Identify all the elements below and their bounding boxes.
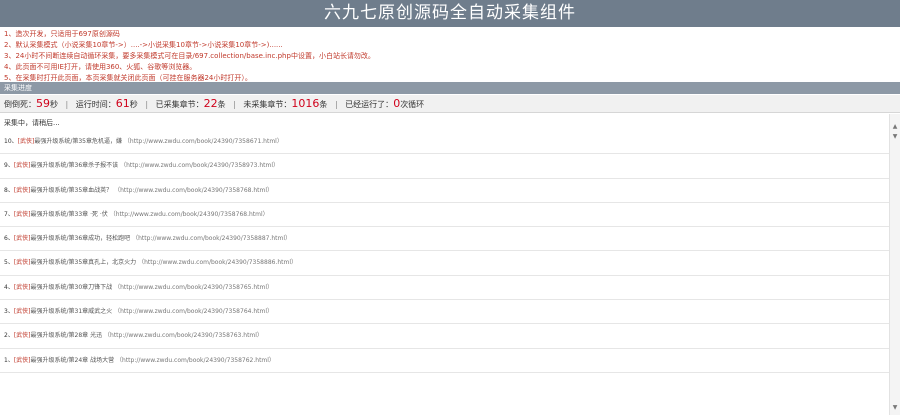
log-index: 4、 xyxy=(4,283,14,291)
countdown-label: 倒倒死： xyxy=(4,100,36,109)
log-category: [武侠] xyxy=(13,162,31,170)
log-url: （http://www.zwdu.com/book/24390/7358768.… xyxy=(109,210,269,218)
section-header: 采集进度 xyxy=(0,82,900,94)
runtime-label: 运行时间： xyxy=(75,100,116,109)
page-title: 六九七原创源码全自动采集组件 xyxy=(0,0,900,27)
log-row: 7、[武侠]最强升级系统/第33章 ·死 ·伏 （http://www.zwdu… xyxy=(0,203,889,228)
log-category: [武侠] xyxy=(13,210,31,218)
log-row: 3、[武侠]最强升级系统/第31章威武之火 （http://www.zwdu.c… xyxy=(0,300,889,325)
log-category: [武侠] xyxy=(13,235,31,243)
log-category: [武侠] xyxy=(13,332,31,340)
log-title: 最强升级系统/第33章 ·死 ·伏 xyxy=(30,210,108,218)
log-row: 9、[武侠]最强升级系统/第36章杀子报不该 （http://www.zwdu.… xyxy=(0,154,889,179)
log-status: 采集中，请稍后... xyxy=(4,119,60,127)
log-title: 最强升级系统/第31章威武之火 xyxy=(30,308,113,316)
log-title: 最强升级系统/第35章血战英？ xyxy=(30,186,113,194)
runtime-unit: 秒 xyxy=(129,100,138,109)
divider: | xyxy=(145,100,149,109)
log-url: （http://www.zwdu.com/book/24390/7358764.… xyxy=(114,308,274,316)
collected-label: 已采集章节： xyxy=(155,100,204,109)
divider: | xyxy=(334,100,338,109)
uncollected-label: 未采集章节： xyxy=(243,100,292,109)
notice-item: 2、默认采集模式（小说采集10章节->）....->小说采集10章节->小说采集… xyxy=(4,41,283,49)
log-row: 1、[武侠]最强升级系统/第24章 战场大营 （http://www.zwdu.… xyxy=(0,349,889,373)
log-row: 5、[武侠]最强升级系统/第35章真孔上，北京火力 （http://www.zw… xyxy=(0,251,889,276)
log-index: 10、 xyxy=(4,138,18,145)
log-index: 1、 xyxy=(4,356,14,364)
log-index: 6、 xyxy=(4,235,14,243)
log-category: [武侠] xyxy=(13,186,31,194)
log-category: [武侠] xyxy=(13,356,31,364)
log-title: 最强升级系统/第30章刀锋下战 xyxy=(30,283,113,291)
log-index: 8、 xyxy=(4,186,14,194)
notice-list: 1、造次开发，只适用于697原创源码 2、默认采集模式（小说采集10章节->）.… xyxy=(0,27,900,84)
collected-value: 22 xyxy=(203,97,218,110)
log-index: 7、 xyxy=(4,210,14,218)
log-title: 最强升级系统/第28章 光迅 xyxy=(30,332,103,340)
cycles-unit: 次循环 xyxy=(400,100,425,109)
log-title: 最强升级系统/第24章 战场大营 xyxy=(30,356,115,364)
log-category: [武侠] xyxy=(13,259,31,267)
countdown-unit: 秒 xyxy=(50,100,58,109)
log-url: （http://www.zwdu.com/book/24390/7358762.… xyxy=(116,356,275,364)
notice-item: 4、此页面不可用IE打开，请使用360、火狐、谷歌等浏览器。 xyxy=(4,63,197,71)
log-url: （http://www.zwdu.com/book/24390/7358765.… xyxy=(114,283,274,291)
log-index: 5、 xyxy=(4,259,14,267)
log-category: [武侠] xyxy=(13,308,31,316)
log-scrollbar[interactable]: ▲ ▼ ▼ xyxy=(889,114,900,415)
log-index: 2、 xyxy=(4,332,14,340)
collected-unit: 条 xyxy=(217,100,226,109)
scroll-up-arrow-icon[interactable]: ▲ xyxy=(890,122,900,132)
log-category: [武侠] xyxy=(13,283,31,291)
log-index: 9、 xyxy=(4,162,14,170)
log-title: 最强升级系统/第36章杀子报不该 xyxy=(30,162,119,170)
log-url: （http://www.zwdu.com/book/24390/7358671.… xyxy=(123,138,283,145)
log-row: 4、[武侠]最强升级系统/第30章刀锋下战 （http://www.zwdu.c… xyxy=(0,276,889,301)
countdown-value: 59 xyxy=(36,97,50,110)
log-url: （http://www.zwdu.com/book/24390/7358768.… xyxy=(114,186,274,194)
log-category: [武侠] xyxy=(17,138,35,145)
divider: | xyxy=(65,100,69,109)
scroll-down-arrow-icon[interactable]: ▼ xyxy=(890,403,900,413)
log-url: （http://www.zwdu.com/book/24390/7358886.… xyxy=(138,259,298,267)
runtime-value: 61 xyxy=(115,97,130,110)
log-url: （http://www.zwdu.com/book/24390/7358887.… xyxy=(132,235,292,243)
log-panel[interactable]: 采集中，请稍后... 10、[武侠]最强升级系统/第35章危机逼，嫌 （http… xyxy=(0,114,889,415)
uncollected-unit: 条 xyxy=(319,100,328,109)
log-url: （http://www.zwdu.com/book/24390/7358973.… xyxy=(120,162,280,170)
log-title: 最强升级系统/第35章真孔上，北京火力 xyxy=(30,259,137,267)
log-row: 2、[武侠]最强升级系统/第28章 光迅 （http://www.zwdu.co… xyxy=(0,324,889,349)
uncollected-value: 1016 xyxy=(291,97,320,110)
log-row: 8、[武侠]最强升级系统/第35章血战英？ （http://www.zwdu.c… xyxy=(0,179,889,203)
log-url: （http://www.zwdu.com/book/24390/7358763.… xyxy=(104,332,263,340)
stats-bar: 倒倒死：59秒 | 运行时间：61秒 | 已采集章节：22条 | 未采集章节：1… xyxy=(0,95,900,113)
notice-item: 3、24小时不间断连续自动循环采集，要多采集模式可在目录/697.collect… xyxy=(4,52,375,60)
log-row: 10、[武侠]最强升级系统/第35章危机逼，嫌 （http://www.zwdu… xyxy=(0,130,889,155)
divider: | xyxy=(233,100,236,109)
log-title: 最强升级系统/第36章成功，轻松跑吧 xyxy=(30,235,131,243)
log-index: 3、 xyxy=(4,308,14,316)
log-title: 最强升级系统/第35章危机逼，嫌 xyxy=(34,138,122,145)
scroll-up-arrow-icon[interactable]: ▼ xyxy=(890,132,900,142)
log-row: 6、[武侠]最强升级系统/第36章成功，轻松跑吧 （http://www.zwd… xyxy=(0,227,889,252)
notice-item: 1、造次开发，只适用于697原创源码 xyxy=(4,30,120,38)
cycles-label: 已经运行了： xyxy=(345,100,394,109)
